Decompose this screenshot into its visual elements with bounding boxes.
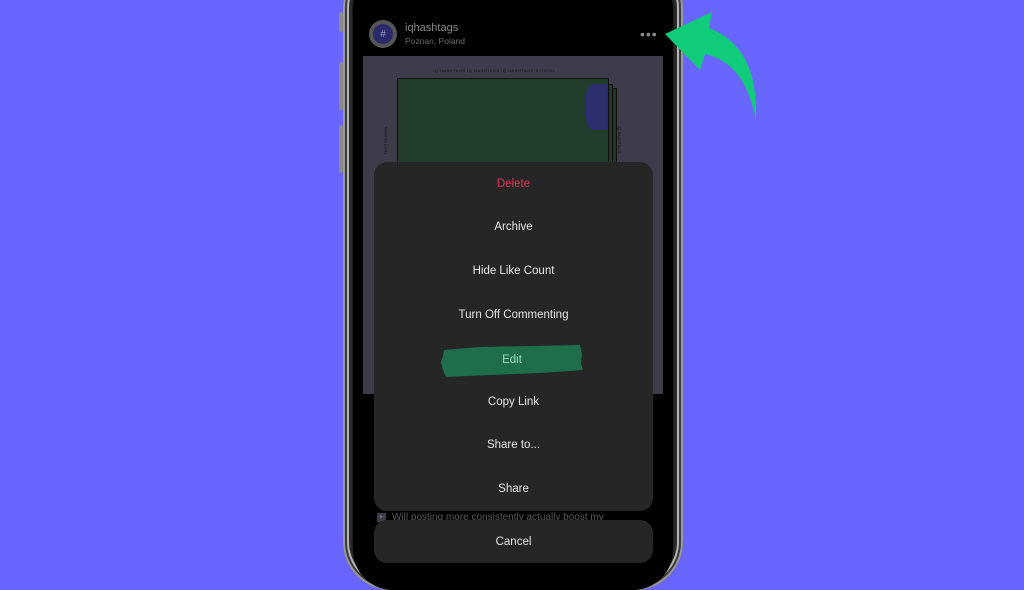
- cancel-button[interactable]: Cancel: [374, 520, 653, 563]
- hide-like-count-option[interactable]: Hide Like Count: [374, 249, 653, 293]
- image-side-text-left: TAGS SCHOOL: [383, 126, 388, 155]
- share-to-option[interactable]: Share to...: [374, 424, 653, 468]
- avatar[interactable]: #: [369, 20, 397, 48]
- post-header: # iqhashtags Poznan, Poland •••: [353, 0, 673, 56]
- turn-off-commenting-option[interactable]: Turn Off Commenting: [374, 293, 653, 337]
- delete-option[interactable]: Delete: [374, 162, 653, 206]
- more-horizontal-icon[interactable]: •••: [640, 26, 658, 42]
- image-caption-top: IQ HASHTAGS IQ HASHTAGS IQ HASHTAGS SCHO…: [433, 68, 556, 73]
- action-sheet: Delete Archive Hide Like Count Turn Off …: [374, 162, 653, 511]
- copy-link-option[interactable]: Copy Link: [374, 380, 653, 424]
- location[interactable]: Poznan, Poland: [405, 36, 465, 46]
- hashtag-icon: #: [373, 24, 393, 44]
- blob-shape: [585, 84, 607, 130]
- image-side-text-right: IQ HASHTAGS: [617, 126, 622, 154]
- username[interactable]: iqhashtags: [405, 22, 458, 34]
- archive-option[interactable]: Archive: [374, 206, 653, 250]
- pointer-arrow-icon: [665, 12, 757, 120]
- share-option[interactable]: Share: [374, 467, 653, 511]
- edit-option[interactable]: Edit: [440, 342, 584, 378]
